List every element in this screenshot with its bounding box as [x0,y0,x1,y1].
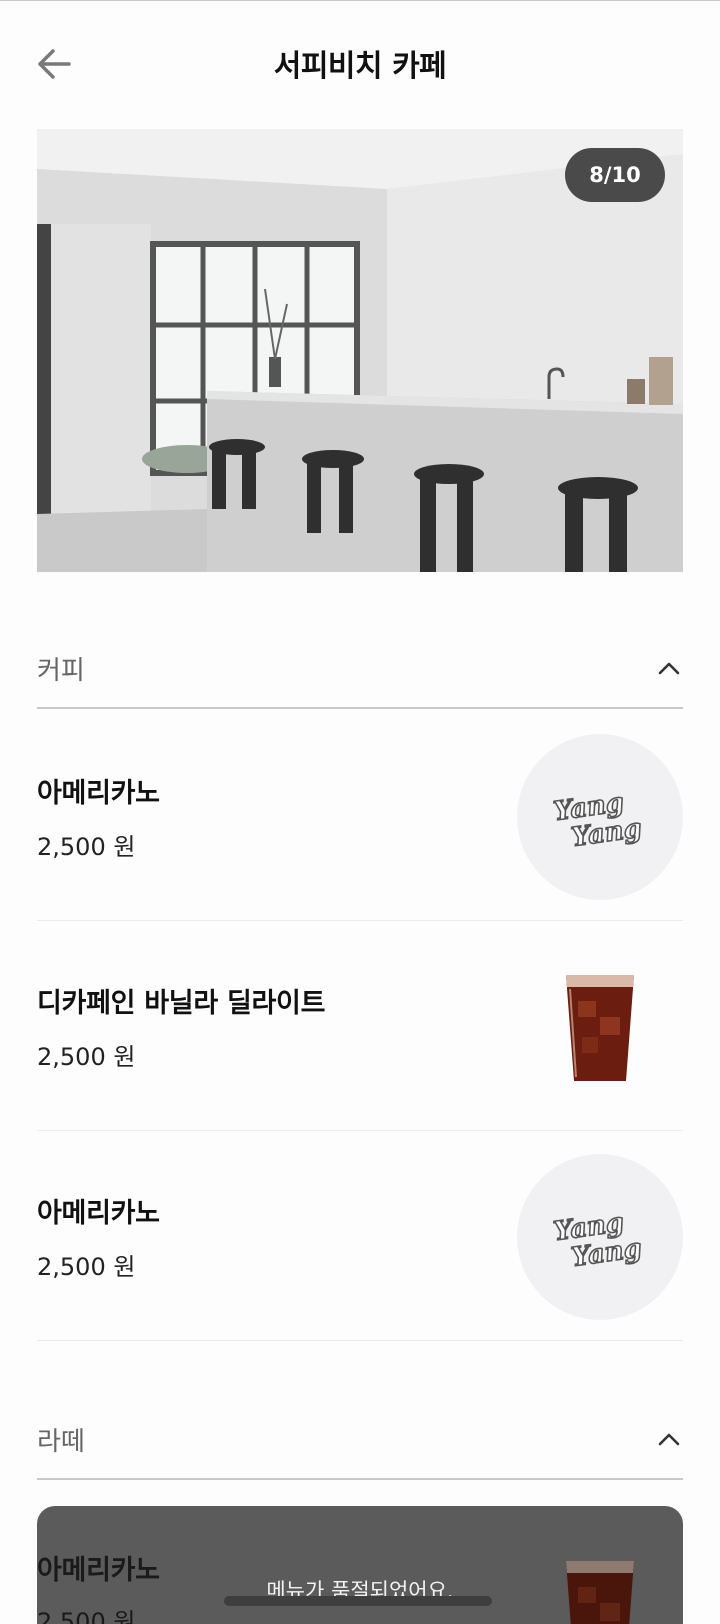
category-header-coffee[interactable]: 커피 [37,629,683,709]
menu-item-thumbnail: Yang Yang [517,734,683,900]
chevron-up-icon [655,654,683,682]
menu-item-thumbnail [517,944,683,1110]
menu-item[interactable]: 아메리카노 2,500 원 Yang Yang [37,1131,683,1341]
menu-item-name: 디카페인 바닐라 딜라이트 [37,988,326,1019]
category-title: 라떼 [37,1426,85,1457]
cafe-photo-carousel[interactable]: 8/10 [37,129,683,572]
menu-item-thumbnail: Yang Yang [517,1154,683,1320]
page-title: 서피비치 카페 [273,49,447,84]
category-header-latte[interactable]: 라떼 [37,1400,683,1480]
menu-item-name: 아메리카노 [37,1198,160,1229]
iced-coffee-cup-icon [566,975,634,1081]
menu-item-price: 2,500 원 [37,1043,136,1071]
sold-out-menu-item[interactable]: 아메리카노 2,500 원 [37,1506,683,1624]
menu-item[interactable]: 아메리카노 2,500 원 Yang Yang [37,711,683,921]
menu-item-price: 2,500 원 [37,1253,136,1281]
home-indicator [224,1596,492,1606]
header: 서피비치 카페 [0,1,720,127]
menu-item-price: 2,500 원 [37,1608,136,1624]
yangyang-logo-icon: Yang Yang [551,787,644,852]
category-title: 커피 [37,655,85,686]
menu-item[interactable]: 디카페인 바닐라 딜라이트 2,500 원 [37,921,683,1131]
chevron-up-icon [655,1425,683,1453]
menu-item-price: 2,500 원 [37,833,136,861]
menu-item-name: 아메리카노 [37,778,160,809]
image-counter-badge: 8/10 [565,148,665,202]
yangyang-logo-icon: Yang Yang [551,1207,644,1272]
